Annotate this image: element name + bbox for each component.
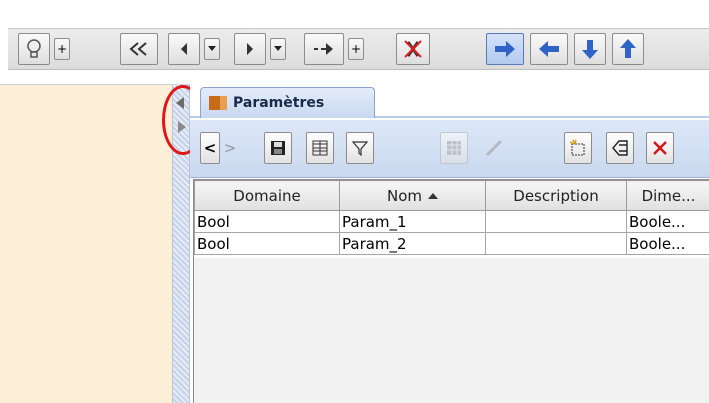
arrow-left-button[interactable] <box>530 33 568 65</box>
next-button[interactable] <box>234 33 266 65</box>
dash-arrow-right-icon <box>314 43 333 55</box>
nav-next-button[interactable]: > <box>222 132 238 164</box>
main-toolbar: + + <box>8 28 709 70</box>
arrow-down-icon <box>582 40 598 59</box>
arrow-right-icon <box>495 41 515 57</box>
filter-button[interactable] <box>346 132 374 164</box>
tab-parametres[interactable]: Paramètres <box>200 87 375 118</box>
columns-button[interactable] <box>306 132 334 164</box>
cell-dimension[interactable]: Boole... <box>626 232 709 255</box>
triangle-right-icon <box>247 43 253 55</box>
link-icon <box>486 140 502 156</box>
delete-button[interactable] <box>646 132 674 164</box>
remove-row-icon <box>612 140 628 156</box>
cell-nom[interactable]: Param_2 <box>339 232 486 255</box>
column-header-description[interactable]: Description <box>485 180 627 211</box>
left-panel <box>0 84 172 403</box>
top-toolbar-area: + + <box>0 0 709 82</box>
sort-ascending-icon <box>428 193 438 199</box>
main-panel: Paramètres < > Domaine Nom Description D… <box>190 84 709 403</box>
cancel-button[interactable] <box>396 33 430 65</box>
nav-prev-button[interactable]: < <box>200 132 220 164</box>
cell-domaine[interactable]: Bool <box>194 210 340 233</box>
save-button[interactable] <box>264 132 292 164</box>
inner-toolbar: < > <box>190 120 709 178</box>
new-item-button[interactable] <box>564 132 592 164</box>
arrow-up-button[interactable] <box>612 33 644 65</box>
link-button[interactable] <box>480 132 508 164</box>
previous-dropdown[interactable] <box>204 38 220 60</box>
lightbulb-icon <box>27 39 41 58</box>
small-down-arrow-icon <box>208 46 216 51</box>
grid-icon <box>447 141 461 155</box>
column-header-nom[interactable]: Nom <box>339 180 486 211</box>
next-dropdown[interactable] <box>270 38 286 60</box>
grid-button[interactable] <box>440 132 468 164</box>
tab-label: Paramètres <box>233 95 325 111</box>
cell-domaine[interactable]: Bool <box>194 232 340 255</box>
jump-button[interactable] <box>304 33 344 65</box>
new-item-icon <box>569 139 585 156</box>
plus-small-button[interactable]: + <box>54 38 70 60</box>
arrow-left-icon <box>539 41 559 57</box>
column-header-domaine[interactable]: Domaine <box>194 180 340 211</box>
columns-icon <box>312 140 328 156</box>
arrow-up-icon <box>620 39 636 58</box>
small-down-arrow-icon <box>274 46 282 51</box>
double-chevron-left-icon <box>129 42 147 56</box>
cell-description[interactable] <box>485 210 627 233</box>
cell-nom[interactable]: Param_1 <box>339 210 486 233</box>
column-header-dimension[interactable]: Dime... <box>626 180 709 211</box>
cell-dimension[interactable]: Boole... <box>626 210 709 233</box>
cell-description[interactable] <box>485 232 627 255</box>
table-row[interactable]: Bool Param_2 Boole... <box>194 232 709 255</box>
tab-strip: Paramètres <box>190 84 709 118</box>
lightbulb-button[interactable] <box>18 33 50 65</box>
table-row[interactable]: Bool Param_1 Boole... <box>194 210 709 233</box>
triangle-left-icon <box>181 43 187 55</box>
arrow-down-button[interactable] <box>574 33 606 65</box>
previous-button[interactable] <box>168 33 200 65</box>
arrow-right-button[interactable] <box>486 33 524 65</box>
parameters-table: Domaine Nom Description Dime... Bool Par… <box>193 179 709 403</box>
jump-plus-button[interactable]: + <box>348 38 364 60</box>
table-folder-icon <box>209 96 227 110</box>
rewind-button[interactable] <box>120 33 158 65</box>
table-header-row: Domaine Nom Description Dime... <box>194 180 709 211</box>
save-icon <box>271 141 285 155</box>
table-empty-area <box>194 258 709 403</box>
delete-icon <box>653 141 667 155</box>
remove-row-button[interactable] <box>606 132 634 164</box>
filter-icon <box>352 141 368 156</box>
crossed-x-icon <box>404 40 422 58</box>
